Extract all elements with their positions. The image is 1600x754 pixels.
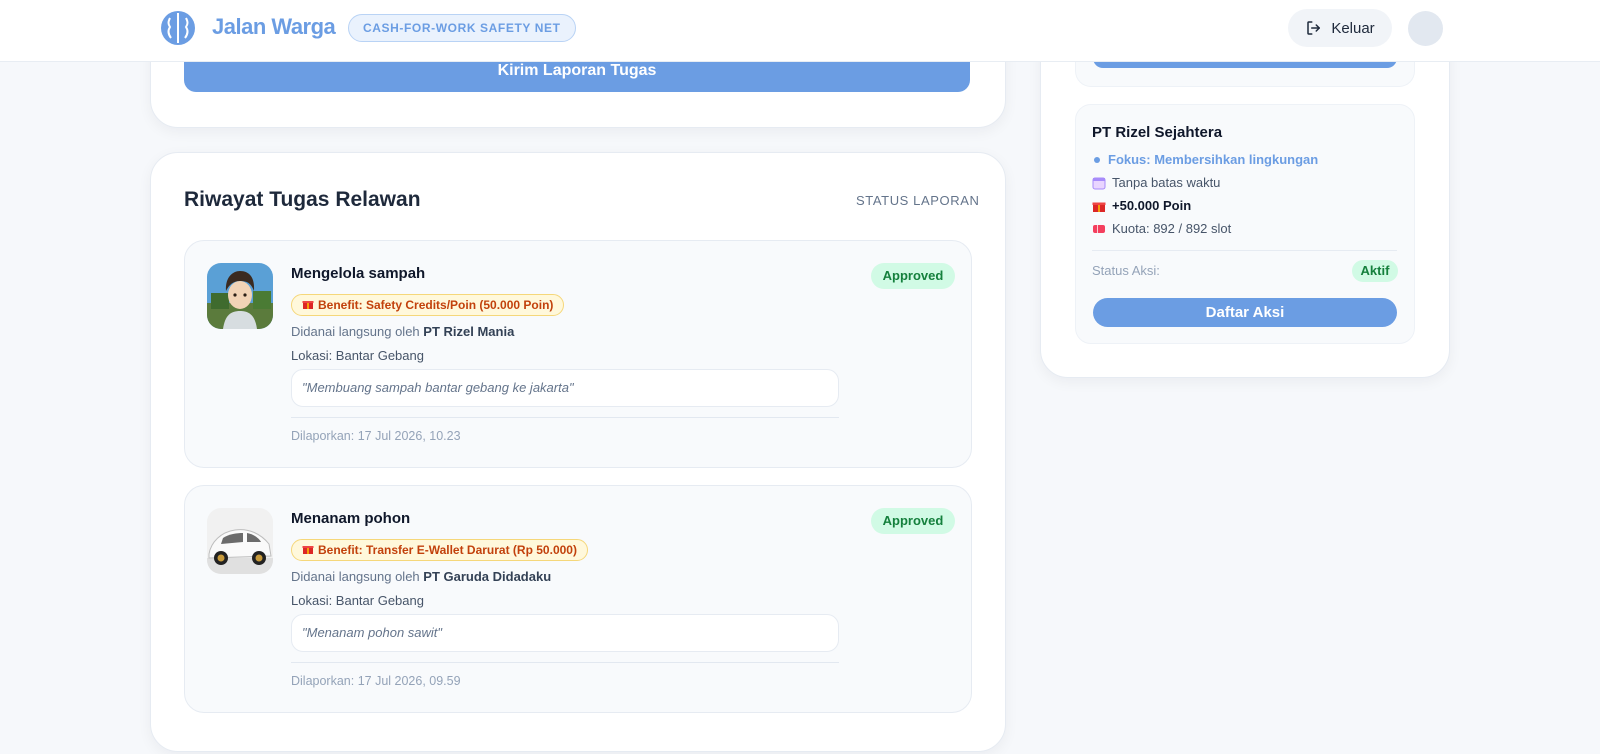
action-status-label: Status Aksi: (1092, 263, 1160, 278)
funded-by: Didanai langsung oleh PT Rizel Mania (291, 324, 515, 339)
program-quota: Kuota: 892 / 892 slot (1092, 221, 1231, 236)
history-item: Mengelola sampah Benefit: Safety Credits… (184, 240, 972, 468)
logout-button[interactable]: Keluar (1288, 9, 1392, 47)
history-title: Riwayat Tugas Relawan (184, 188, 421, 211)
status-badge: Approved (871, 263, 955, 289)
brain-logo-icon (161, 11, 195, 45)
gift-icon (302, 546, 314, 554)
program-deadline: Tanpa batas waktu (1092, 175, 1220, 190)
logout-label: Keluar (1331, 19, 1375, 37)
status-badge: Approved (871, 508, 955, 534)
benefit-badge: Benefit: Safety Credits/Poin (50.000 Poi… (291, 294, 565, 316)
benefit-text: Benefit: Transfer E-Wallet Darurat (Rp 5… (318, 543, 577, 557)
reported-time: Dilaporkan: 17 Jul 2026, 09.59 (291, 674, 461, 688)
task-note: "Menanam pohon sawit" (291, 614, 839, 652)
user-avatar[interactable] (1408, 11, 1443, 46)
task-location: Lokasi: Bantar Gebang (291, 593, 424, 608)
task-title: Menanam pohon (291, 510, 411, 527)
task-image-anime-avatar (207, 263, 273, 329)
funded-by: Didanai langsung oleh PT Garuda Didadaku (291, 569, 552, 584)
benefit-badge: Benefit: Transfer E-Wallet Darurat (Rp 5… (291, 539, 588, 561)
item-divider (291, 662, 839, 663)
program-points: +50.000 Poin (1092, 198, 1191, 213)
register-action-button[interactable]: Daftar Aksi (1093, 298, 1397, 327)
gift-icon (1092, 202, 1106, 212)
app-header: Jalan Warga CASH-FOR-WORK SAFETY NET Kel… (0, 0, 1600, 62)
program-divider (1092, 250, 1397, 251)
task-location: Lokasi: Bantar Gebang (291, 348, 424, 363)
history-item: Menanam pohon Benefit: Transfer E-Wallet… (184, 485, 972, 713)
tagline-badge: CASH-FOR-WORK SAFETY NET (348, 14, 576, 42)
task-image-white-car (207, 508, 273, 574)
bullet-dot-icon (1094, 156, 1100, 163)
item-divider (291, 417, 839, 418)
reported-time: Dilaporkan: 17 Jul 2026, 10.23 (291, 429, 461, 443)
gift-icon (302, 301, 314, 309)
history-status-label: STATUS LAPORAN (856, 193, 980, 208)
calendar-icon (1092, 177, 1106, 189)
funder-name: PT Garuda Didadaku (423, 569, 552, 584)
funder-name: PT Rizel Mania (423, 324, 515, 339)
task-title: Mengelola sampah (291, 265, 426, 282)
brand-name[interactable]: Jalan Warga (212, 14, 336, 40)
task-note: "Membuang sampah bantar gebang ke jakart… (291, 369, 839, 407)
ticket-icon (1093, 224, 1105, 233)
action-status-badge: Aktif (1352, 260, 1398, 282)
program-focus: Fokus: Membersihkan lingkungan (1092, 152, 1318, 167)
program-title: PT Rizel Sejahtera (1092, 124, 1223, 141)
benefit-text: Benefit: Safety Credits/Poin (50.000 Poi… (318, 298, 554, 312)
logout-icon (1307, 21, 1321, 35)
